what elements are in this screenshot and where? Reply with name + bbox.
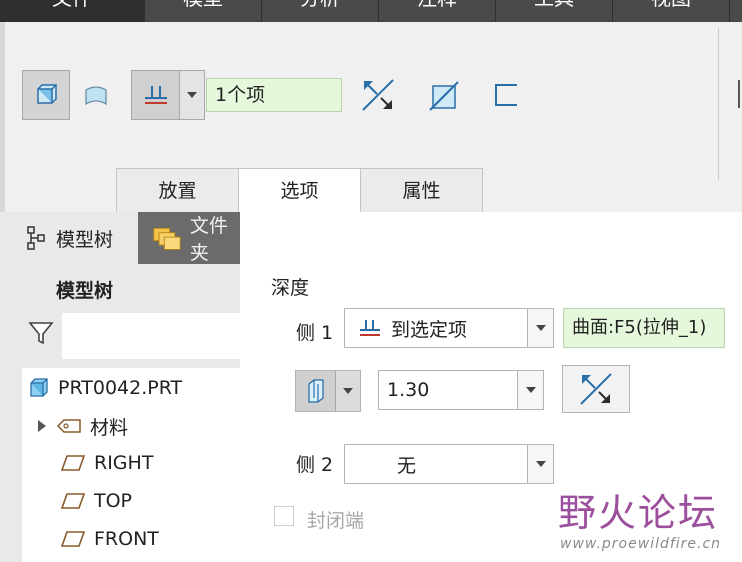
menu-annotate[interactable]: 注释: [379, 0, 496, 22]
tab-placement[interactable]: 放置: [116, 168, 239, 212]
ribbon-separator-dark: [738, 80, 740, 108]
thicken-sketch-button[interactable]: [488, 76, 524, 114]
model-tree: PRT0042.PRT 材料 RIGHT TOP FRONT: [22, 368, 240, 562]
dashboard-tabs: 放置 选项 属性: [116, 168, 483, 212]
menu-tools[interactable]: 工具: [496, 0, 613, 22]
menu-model[interactable]: 模型: [145, 0, 262, 22]
tree-item-top[interactable]: TOP: [60, 483, 132, 519]
datum-plane-icon: [60, 531, 86, 547]
to-selected-depth-icon: [360, 320, 380, 336]
offset-type-icon: [296, 371, 336, 411]
part-icon: [30, 378, 48, 397]
model-tree-icon: [27, 226, 45, 250]
filter-icon[interactable]: [28, 320, 54, 350]
folder-icon: [153, 227, 181, 250]
forum-watermark: 野火论坛 www.proewildfire.cn: [552, 478, 742, 562]
remove-material-icon: [429, 81, 459, 111]
offset-type-dropdown[interactable]: [295, 370, 361, 412]
side1-label: 侧 1: [296, 322, 334, 344]
model-tree-title: 模型树: [56, 280, 114, 302]
side2-depth-dropdown[interactable]: 无: [344, 444, 554, 484]
tab-properties[interactable]: 属性: [360, 168, 483, 212]
offset-value-field[interactable]: 1.30: [378, 370, 544, 410]
capped-ends-label: 封闭端: [307, 510, 365, 532]
menu-file[interactable]: 文件: [0, 0, 145, 22]
chevron-down-icon: [336, 387, 360, 395]
thicken-icon: [495, 84, 517, 106]
flip-direction-icon: [362, 79, 394, 111]
chevron-down-icon: [517, 371, 543, 409]
capped-ends-checkbox[interactable]: [274, 506, 294, 526]
side2-label: 侧 2: [296, 454, 334, 476]
watermark-url: www.proewildfire.cn: [560, 536, 722, 552]
tab-model-tree-label: 模型树: [56, 228, 114, 251]
watermark-text: 野火论坛: [558, 491, 719, 535]
menu-analysis[interactable]: 分析: [262, 0, 379, 22]
depth-type-combo[interactable]: [131, 70, 205, 120]
material-icon: [56, 419, 81, 433]
tab-folder-browser[interactable]: 文件夹: [138, 212, 240, 264]
flip-side1-button[interactable]: [562, 365, 630, 413]
depth-label: 深度: [271, 277, 310, 299]
chevron-down-icon: [180, 71, 204, 119]
tree-item-label: 材料: [90, 416, 129, 439]
datum-plane-icon: [60, 493, 86, 509]
ribbon-border: [0, 22, 5, 212]
tree-item-label: RIGHT: [94, 452, 154, 474]
remove-material-button[interactable]: [422, 74, 464, 116]
side2-depth-value: 无: [397, 454, 417, 477]
surface-extrude-button[interactable]: [74, 72, 118, 118]
datum-plane-icon: [60, 455, 86, 471]
tree-item-label: TOP: [94, 490, 133, 512]
expand-arrow-icon[interactable]: [36, 419, 48, 433]
tree-item-label: FRONT: [94, 528, 159, 550]
model-tree-filter-input[interactable]: [62, 313, 240, 359]
solid-icon: [37, 84, 57, 104]
side1-depth-value: 到选定项: [391, 318, 468, 341]
tree-item-right[interactable]: RIGHT: [60, 445, 153, 481]
tab-options[interactable]: 选项: [238, 168, 361, 212]
flip-direction-icon: [580, 373, 612, 405]
tab-folder-label: 文件夹: [189, 215, 228, 264]
chevron-down-icon: [527, 309, 553, 347]
ribbon-separator: [718, 28, 719, 180]
menu-bar: 文件 模型 分析 注释 工具 视图: [0, 0, 742, 22]
tree-item-part[interactable]: PRT0042.PRT: [28, 370, 182, 406]
side1-reference-field[interactable]: 曲面:F5(拉伸_1): [563, 308, 725, 348]
tree-item-front[interactable]: FRONT: [60, 521, 159, 557]
menu-view[interactable]: 视图: [613, 0, 730, 22]
tab-model-tree[interactable]: 模型树: [0, 212, 138, 264]
chevron-down-icon: [527, 445, 553, 483]
surface-icon: [85, 86, 107, 106]
solid-extrude-button[interactable]: [22, 70, 70, 120]
navigator-tabs: 模型树 文件夹: [0, 212, 240, 264]
to-selected-depth-icon: [132, 71, 180, 119]
flip-direction-button[interactable]: [356, 74, 400, 116]
tree-item-material[interactable]: 材料: [36, 408, 128, 444]
tree-item-label: PRT0042.PRT: [58, 377, 183, 399]
offset-value: 1.30: [387, 379, 430, 401]
side1-depth-dropdown[interactable]: 到选定项: [344, 308, 554, 348]
depth-reference-field[interactable]: 1个项: [206, 78, 342, 112]
